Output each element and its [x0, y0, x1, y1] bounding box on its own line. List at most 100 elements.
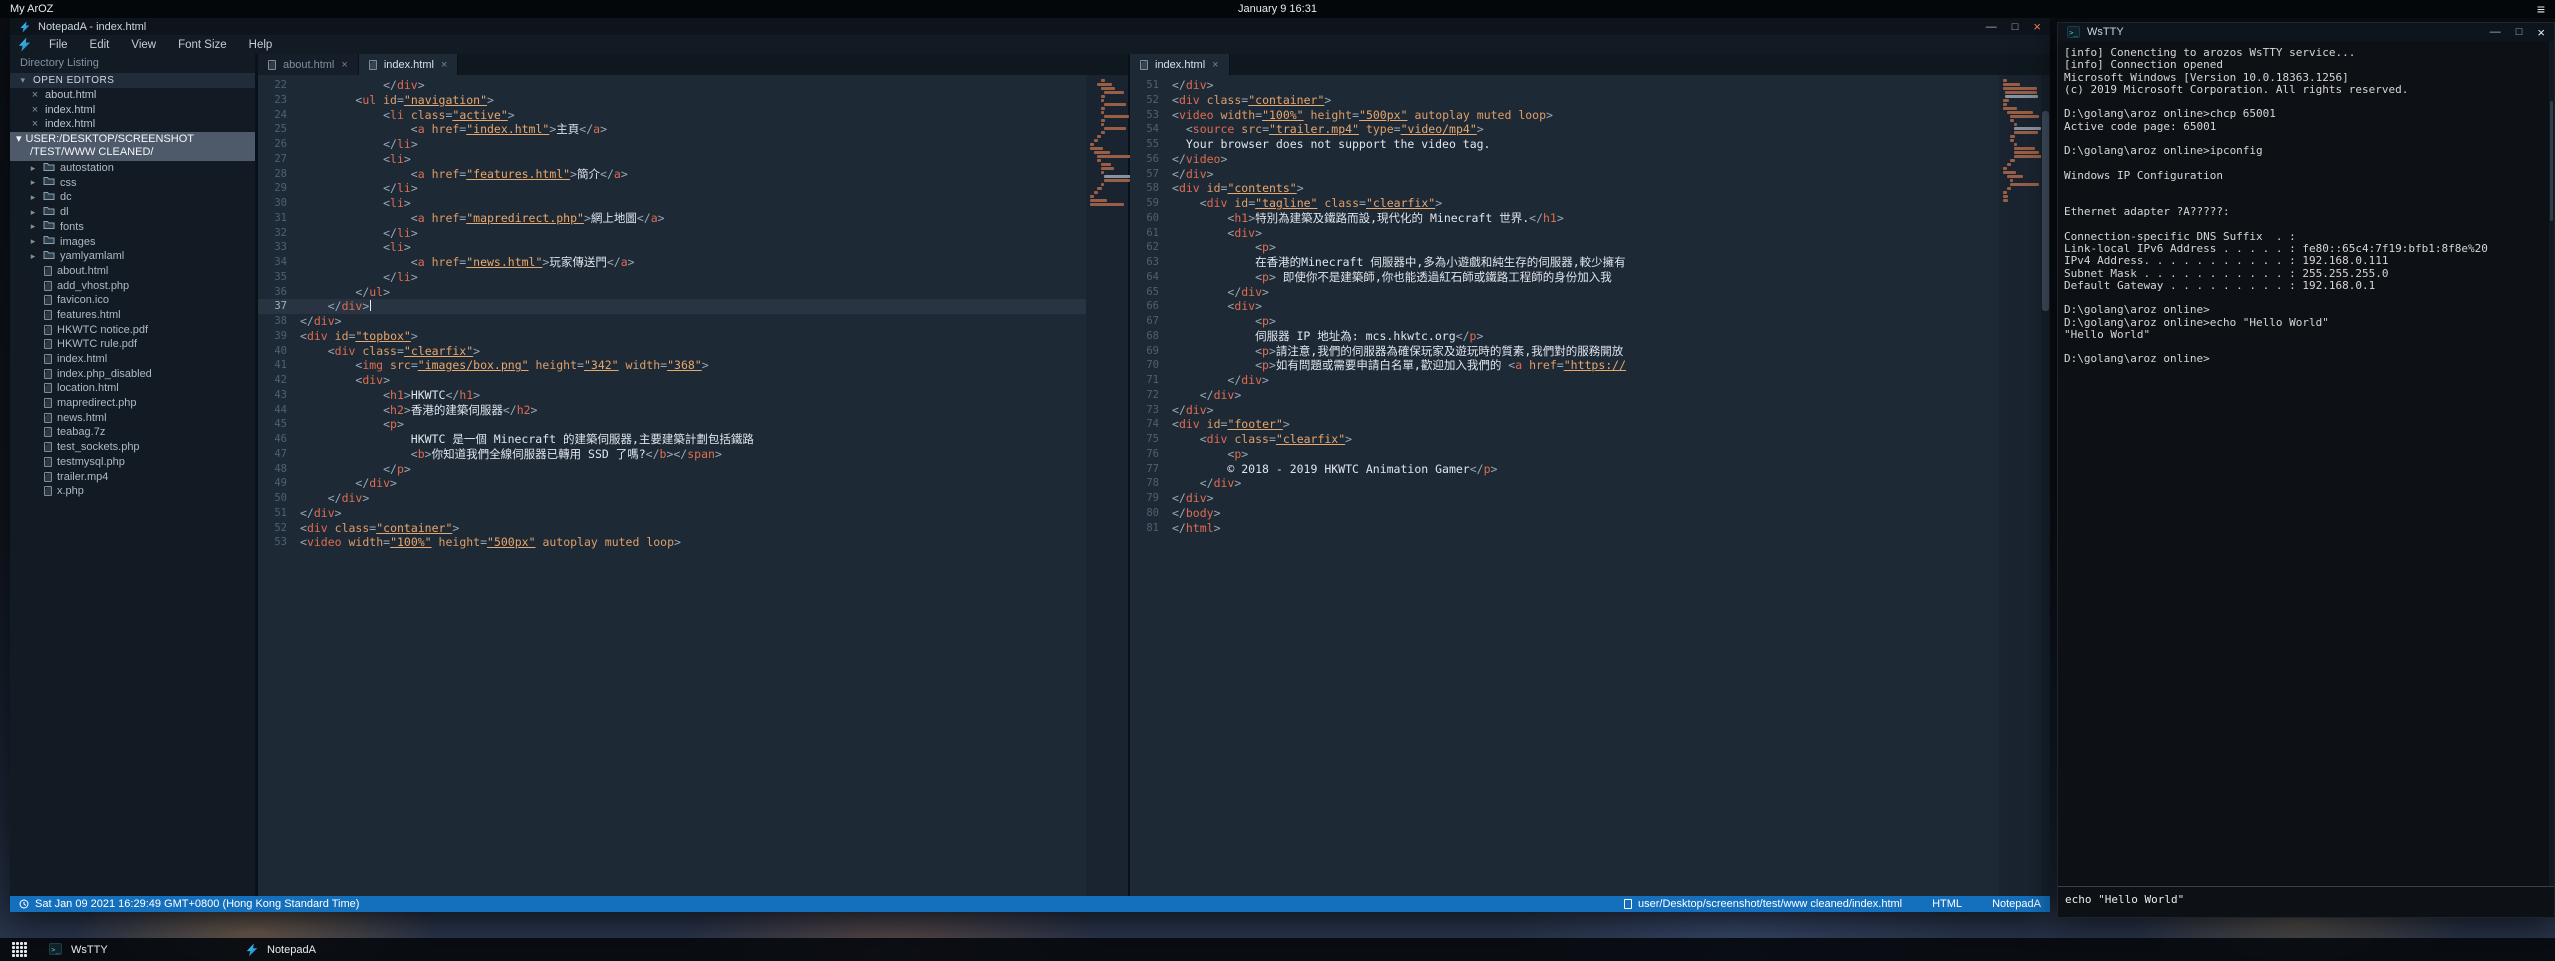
tree-folder-images[interactable]: ▸images	[10, 234, 255, 249]
menu-view[interactable]: View	[120, 39, 167, 51]
scrollbar-handle[interactable]	[2042, 111, 2049, 311]
menu-help[interactable]: Help	[238, 39, 284, 51]
tree-file-add_vhost.php[interactable]: add_vhost.php	[10, 278, 255, 293]
scrollbar-track[interactable]	[2549, 41, 2554, 886]
code-line[interactable]: 62 <p>	[1130, 240, 1999, 255]
code-line[interactable]: 54 <source src="trailer.mp4" type="video…	[1130, 122, 1999, 137]
code-line[interactable]: 42 <div>	[258, 373, 1086, 388]
code-line[interactable]: 24 <li class="active">	[258, 108, 1086, 123]
tree-folder-dl[interactable]: ▸dl	[10, 205, 255, 220]
code-line[interactable]: 26 </li>	[258, 137, 1086, 152]
scrollbar-handle[interactable]	[2550, 101, 2553, 221]
open-editor-item[interactable]: ×about.html	[10, 88, 255, 103]
scrollbar-track[interactable]	[2041, 75, 2050, 896]
minimize-button[interactable]: —	[2490, 26, 2501, 38]
tree-file-news.html[interactable]: news.html	[10, 410, 255, 425]
code-line[interactable]: 25 <a href="index.html">主頁</a>	[258, 122, 1086, 137]
close-button[interactable]: ×	[2033, 19, 2041, 34]
code-line[interactable]: 36 </ul>	[258, 285, 1086, 300]
code-editor-right[interactable]: 51</div>52<div class="container">53<vide…	[1130, 75, 1999, 896]
close-icon[interactable]: ×	[341, 59, 347, 71]
code-line[interactable]: 45 <p>	[258, 417, 1086, 432]
code-line[interactable]: 77 © 2018 - 2019 HKWTC Animation Gamer</…	[1130, 462, 1999, 477]
minimize-button[interactable]: —	[1986, 21, 1997, 33]
code-line[interactable]: 41 <img src="images/box.png" height="342…	[258, 358, 1086, 373]
tree-file-features.html[interactable]: features.html	[10, 308, 255, 323]
tree-file-testmysql.php[interactable]: testmysql.php	[10, 455, 255, 470]
open-editor-item[interactable]: ×index.html	[10, 117, 255, 132]
code-line[interactable]: 56</video>	[1130, 152, 1999, 167]
code-line[interactable]: 32 </li>	[258, 226, 1086, 241]
code-line[interactable]: 47 <b>你知道我們全線伺服器已轉用 SSD 了嗎?</b></span>	[258, 447, 1086, 462]
tree-file-test_sockets.php[interactable]: test_sockets.php	[10, 440, 255, 455]
menu-font-size[interactable]: Font Size	[167, 39, 238, 51]
tree-file-teabag.7z[interactable]: teabag.7z	[10, 425, 255, 440]
close-icon[interactable]: ×	[30, 118, 40, 130]
code-line[interactable]: 80</body>	[1130, 506, 1999, 521]
tab-index.html[interactable]: index.html×	[359, 54, 459, 75]
terminal-input[interactable]	[2065, 893, 2547, 906]
tree-file-location.html[interactable]: location.html	[10, 381, 255, 396]
code-line[interactable]: 63 在香港的Minecraft 伺服器中,多為小遊戲和純生存的伺服器,較少擁有	[1130, 255, 1999, 270]
maximize-button[interactable]: □	[2012, 21, 2019, 33]
code-line[interactable]: 75 <div class="clearfix">	[1130, 432, 1999, 447]
tree-file-about.html[interactable]: about.html	[10, 264, 255, 279]
code-line[interactable]: 69 <p>請注意,我們的伺服器為確保玩家及遊玩時的質素,我們對的服務開放	[1130, 344, 1999, 359]
tree-folder-dc[interactable]: ▸dc	[10, 190, 255, 205]
code-line[interactable]: 71 </div>	[1130, 373, 1999, 388]
tree-folder-autostation[interactable]: ▸autostation	[10, 161, 255, 176]
code-line[interactable]: 64 <p> 即使你不是建築師,你也能透過紅石師或鐵路工程師的身份加入我	[1130, 270, 1999, 285]
close-icon[interactable]: ×	[1212, 59, 1218, 71]
code-line[interactable]: 44 <h2>香港的建築伺服器</h2>	[258, 403, 1086, 418]
code-line[interactable]: 81</html>	[1130, 521, 1999, 536]
tree-file-HKWTC rule.pdf[interactable]: HKWTC rule.pdf	[10, 337, 255, 352]
open-editor-item[interactable]: ×index.html	[10, 102, 255, 117]
wstty-titlebar[interactable]: >_ WsTTY — □ ×	[2058, 23, 2554, 41]
code-editor-left[interactable]: 22 </div>23 <ul id="navigation">24 <li c…	[258, 75, 1086, 896]
statusbar-language-mode[interactable]: HTML	[1932, 898, 1962, 910]
code-line[interactable]: 67 <p>	[1130, 314, 1999, 329]
start-menu-button[interactable]	[12, 942, 27, 957]
os-brand-button[interactable]: My ArOZ	[10, 3, 53, 15]
menu-edit[interactable]: Edit	[79, 39, 121, 51]
terminal-output[interactable]: [info] Conencting to arozos WsTTY servic…	[2058, 41, 2554, 886]
code-line[interactable]: 23 <ul id="navigation">	[258, 93, 1086, 108]
tree-file-index.php_disabled[interactable]: index.php_disabled	[10, 366, 255, 381]
code-line[interactable]: 28 <a href="features.html">簡介</a>	[258, 167, 1086, 182]
code-line[interactable]: 55 Your browser does not support the vid…	[1130, 137, 1999, 152]
code-line[interactable]: 46 HKWTC 是一個 Minecraft 的建築伺服器,主要建築計劃包括鐵路	[258, 432, 1086, 447]
code-line[interactable]: 48 </p>	[258, 462, 1086, 477]
code-line[interactable]: 50 </div>	[258, 491, 1086, 506]
menu-file[interactable]: File	[38, 39, 79, 51]
code-line[interactable]: 57</div>	[1130, 167, 1999, 182]
code-line[interactable]: 30 <li>	[258, 196, 1086, 211]
tree-file-mapredirect.php[interactable]: mapredirect.php	[10, 396, 255, 411]
code-line[interactable]: 66 <div>	[1130, 299, 1999, 314]
tree-file-favicon.ico[interactable]: favicon.ico	[10, 293, 255, 308]
code-line[interactable]: 51</div>	[258, 506, 1086, 521]
code-line[interactable]: 76 <p>	[1130, 447, 1999, 462]
hamburger-menu-icon[interactable]: ≡	[2537, 2, 2545, 16]
code-line[interactable]: 37 </div>	[258, 299, 1086, 314]
code-line[interactable]: 65 </div>	[1130, 285, 1999, 300]
notepada-titlebar[interactable]: NotepadA - index.html — □ ×	[10, 18, 2050, 35]
tab-index.html[interactable]: index.html×	[1130, 54, 1230, 75]
code-line[interactable]: 53<video width="100%" height="500px" aut…	[258, 535, 1086, 550]
taskbar-item-wstty[interactable]: >_WsTTY	[45, 938, 241, 961]
close-icon[interactable]: ×	[30, 89, 40, 101]
tree-folder-fonts[interactable]: ▸fonts	[10, 220, 255, 235]
code-line[interactable]: 79</div>	[1130, 491, 1999, 506]
code-line[interactable]: 40 <div class="clearfix">	[258, 344, 1086, 359]
tree-file-index.html[interactable]: index.html	[10, 352, 255, 367]
code-line[interactable]: 52<div class="container">	[1130, 93, 1999, 108]
open-editors-header[interactable]: ▾ OPEN EDITORS	[10, 73, 255, 88]
code-line[interactable]: 61 <div>	[1130, 226, 1999, 241]
code-line[interactable]: 27 <li>	[258, 152, 1086, 167]
tree-file-HKWTC notice.pdf[interactable]: HKWTC notice.pdf	[10, 322, 255, 337]
code-line[interactable]: 38</div>	[258, 314, 1086, 329]
close-button[interactable]: ×	[2537, 25, 2545, 40]
tree-file-x.php[interactable]: x.php	[10, 484, 255, 499]
code-line[interactable]: 29 </li>	[258, 181, 1086, 196]
taskbar-item-notepada[interactable]: NotepadA	[241, 938, 437, 961]
maximize-button[interactable]: □	[2516, 26, 2523, 38]
